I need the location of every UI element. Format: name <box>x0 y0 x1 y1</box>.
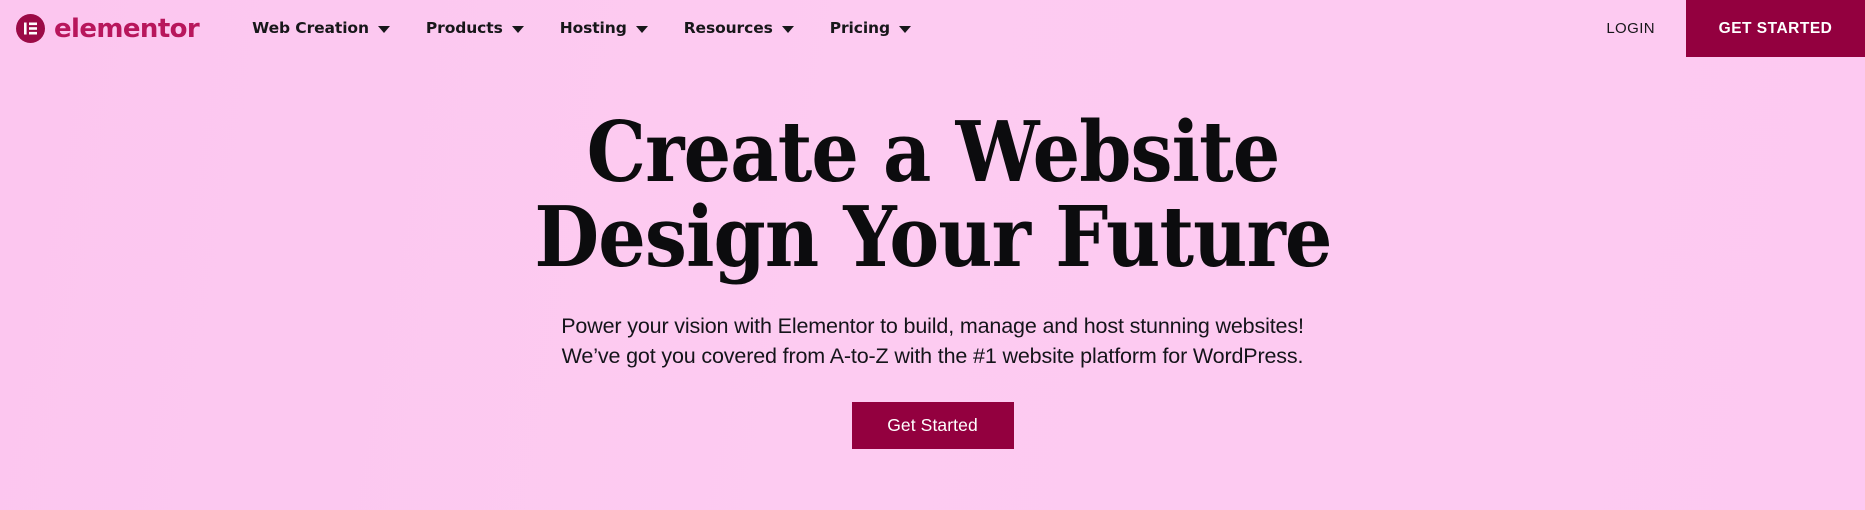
login-link[interactable]: LOGIN <box>1575 0 1686 57</box>
nav-item-hosting[interactable]: Hosting <box>542 0 666 57</box>
nav-item-resources[interactable]: Resources <box>666 0 812 57</box>
nav-item-label: Web Creation <box>252 18 369 37</box>
nav-item-label: Hosting <box>559 18 627 37</box>
site-header: elementor Web Creation Products Hosting … <box>0 0 1865 57</box>
nav-item-label: Resources <box>683 18 773 37</box>
chevron-down-icon <box>781 26 794 33</box>
chevron-down-icon <box>377 26 390 33</box>
elementor-wordmark: elementor <box>54 14 200 44</box>
hero-subtitle-line-1: Power your vision with Elementor to buil… <box>561 313 1304 338</box>
elementor-logo-icon <box>16 14 45 43</box>
nav-item-label: Pricing <box>829 18 890 37</box>
main-navigation: Web Creation Products Hosting Resources … <box>234 0 929 57</box>
header-actions: LOGIN GET STARTED <box>1575 0 1865 57</box>
chevron-down-icon <box>898 26 911 33</box>
elementor-logo-link[interactable]: elementor <box>16 0 200 57</box>
hero-heading-line-1: Create a Website <box>586 103 1280 201</box>
hero-subtitle-line-2: We’ve got you covered from A-to-Z with t… <box>561 344 1304 369</box>
nav-item-products[interactable]: Products <box>408 0 542 57</box>
hero-heading: Create a Website Design Your Future <box>438 103 1428 287</box>
chevron-down-icon <box>511 26 524 33</box>
hero-section: Create a Website Design Your Future Powe… <box>0 57 1865 510</box>
hero-subtitle: Power your vision with Elementor to buil… <box>561 311 1304 372</box>
get-started-header-button[interactable]: GET STARTED <box>1686 0 1865 57</box>
nav-item-web-creation[interactable]: Web Creation <box>234 0 408 57</box>
nav-item-pricing[interactable]: Pricing <box>812 0 929 57</box>
chevron-down-icon <box>635 26 648 33</box>
nav-item-label: Products <box>425 18 503 37</box>
page-root: elementor Web Creation Products Hosting … <box>0 0 1865 510</box>
hero-heading-line-2: Design Your Future <box>533 188 1332 287</box>
get-started-cta-button[interactable]: Get Started <box>851 401 1014 449</box>
